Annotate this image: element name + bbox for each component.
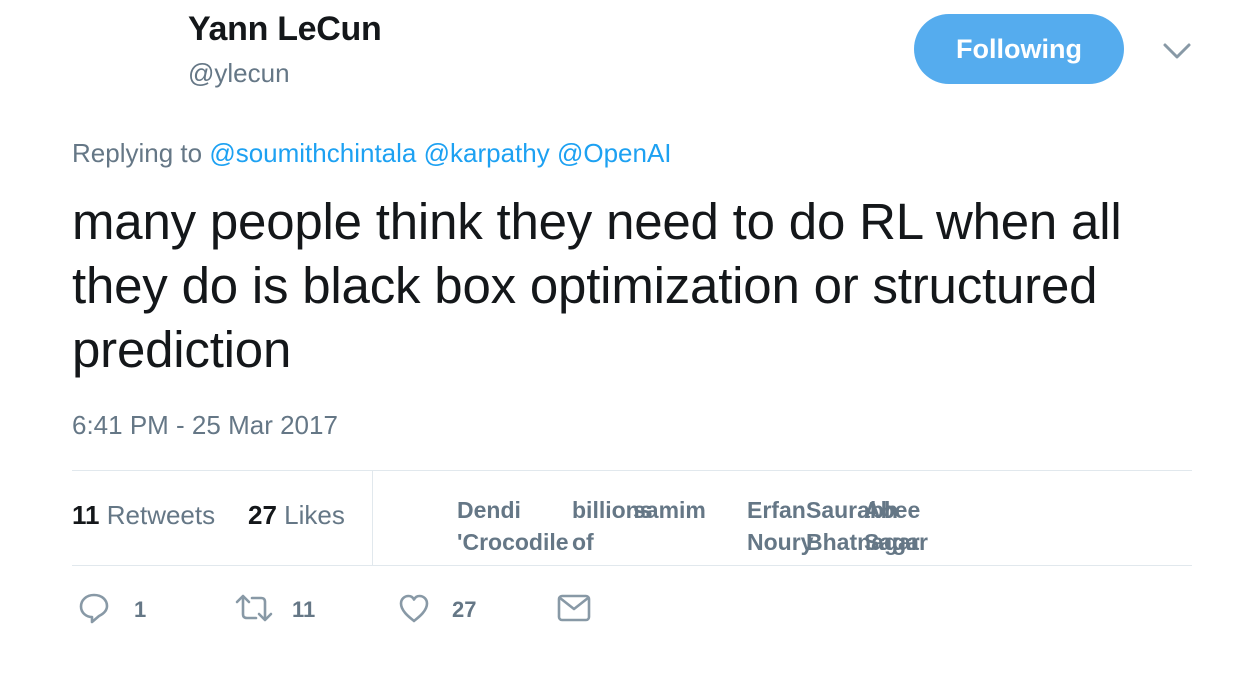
heart-icon bbox=[398, 593, 430, 628]
reply-count: 1 bbox=[134, 597, 147, 622]
reply-button[interactable]: 1 bbox=[78, 592, 146, 628]
retweets-count: 11 bbox=[72, 500, 100, 530]
liker-name-line: of bbox=[572, 529, 594, 555]
divider bbox=[72, 565, 1192, 566]
likes-label: Likes bbox=[284, 500, 345, 530]
liker-name-line: Dendi bbox=[457, 497, 521, 523]
reply-context: Replying to @soumithchintala @karpathy @… bbox=[72, 138, 672, 169]
author-handle[interactable]: @ylecun bbox=[188, 58, 290, 89]
liker-name-line: 'Crocodile bbox=[457, 529, 569, 555]
liker-name-line: Erfan bbox=[747, 497, 806, 523]
liker-name-line: samim bbox=[633, 497, 706, 523]
mention-link[interactable]: @OpenAI bbox=[557, 138, 672, 168]
retweets-label: Retweets bbox=[106, 500, 216, 530]
liker-name-line: Sagar bbox=[864, 529, 928, 555]
direct-message-button[interactable] bbox=[557, 592, 591, 628]
retweet-icon bbox=[234, 592, 274, 629]
chevron-down-icon[interactable] bbox=[1160, 36, 1194, 66]
mention-link[interactable]: @karpathy bbox=[424, 138, 550, 168]
liker-name[interactable]: Erfan Noury bbox=[747, 494, 813, 558]
retweet-button[interactable]: 11 bbox=[234, 592, 315, 628]
divider bbox=[372, 471, 373, 565]
likes-stat[interactable]: 27 Likes bbox=[248, 500, 345, 531]
author-name[interactable]: Yann LeCun bbox=[188, 10, 382, 49]
liker-name-line: Abee bbox=[864, 497, 921, 523]
liker-name-line: Noury bbox=[747, 529, 814, 555]
reply-icon bbox=[78, 592, 110, 629]
tweet-text: many people think they need to do RL whe… bbox=[72, 193, 1122, 378]
tweet-timestamp[interactable]: 6:41 PM - 25 Mar 2017 bbox=[72, 410, 338, 441]
liker-name[interactable]: Dendi 'Crocodile bbox=[457, 494, 569, 558]
divider bbox=[72, 470, 1192, 471]
likes-count: 27 bbox=[248, 500, 277, 530]
retweets-stat[interactable]: 11 Retweets bbox=[72, 500, 215, 531]
mention-link[interactable]: @soumithchintala bbox=[209, 138, 416, 168]
following-button[interactable]: Following bbox=[914, 14, 1124, 84]
like-button[interactable]: 27 bbox=[398, 592, 476, 628]
retweet-count: 11 bbox=[292, 597, 316, 622]
liker-name[interactable]: samim bbox=[633, 494, 706, 526]
reply-context-prefix: Replying to bbox=[72, 138, 203, 168]
like-count: 27 bbox=[452, 597, 477, 622]
envelope-icon bbox=[557, 594, 591, 627]
liker-name[interactable]: Abee Sagar bbox=[864, 494, 928, 558]
